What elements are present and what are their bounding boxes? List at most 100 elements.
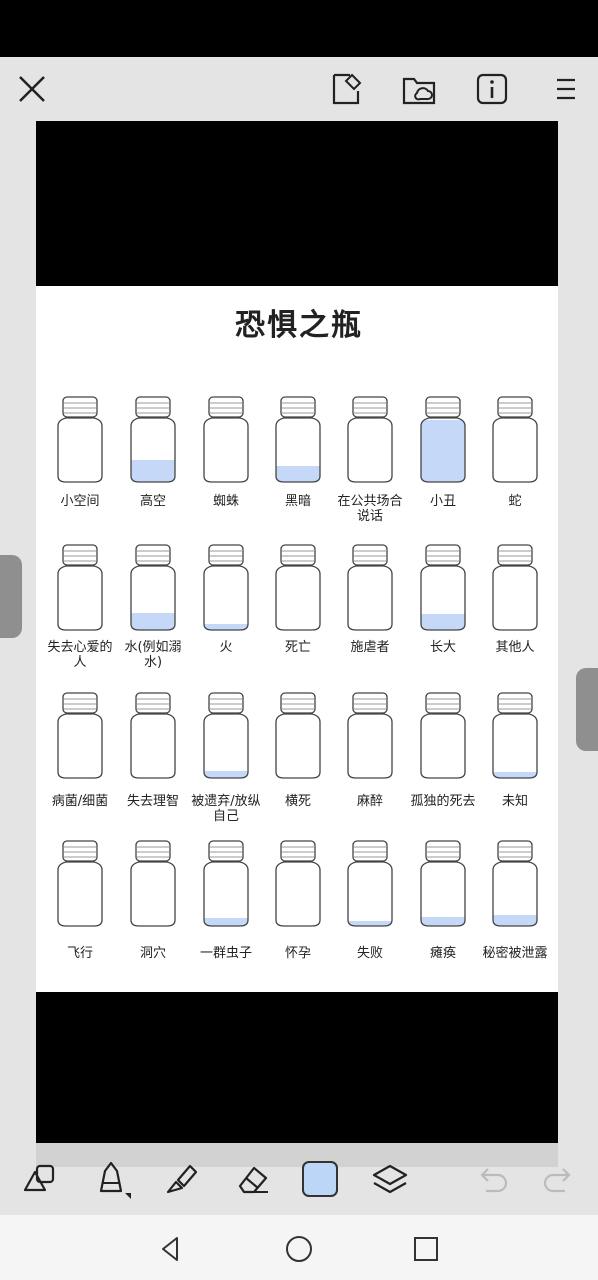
jar-label: 未知 (501, 794, 528, 809)
system-nav-bar (0, 1215, 598, 1280)
jar-label: 洞穴 (139, 946, 166, 961)
jar-graphic (275, 544, 321, 631)
fear-jar (200, 838, 252, 934)
fear-jar (54, 838, 106, 934)
jar-graphic (347, 544, 393, 631)
fear-jar (127, 394, 179, 490)
jar-label: 秘密被泄露 (482, 946, 548, 961)
status-bar (0, 0, 598, 57)
layers-icon[interactable] (368, 1157, 412, 1201)
jar-label: 小空间 (60, 494, 100, 509)
redo-icon[interactable] (537, 1157, 581, 1201)
jar-graphic (275, 840, 321, 927)
fear-jar (200, 394, 252, 490)
crop-save-icon[interactable] (324, 67, 368, 111)
jar-label: 高空 (139, 494, 166, 509)
right-scroll-handle[interactable] (576, 668, 598, 751)
shapes-icon[interactable] (18, 1157, 62, 1201)
jar-graphic (420, 692, 466, 779)
jar-fill (131, 460, 175, 482)
eraser-icon[interactable] (229, 1157, 273, 1201)
recents-icon[interactable] (406, 1229, 446, 1269)
fear-jar (54, 394, 106, 490)
fear-jar (200, 690, 252, 786)
jar-graphic (57, 544, 103, 631)
fear-jar (54, 690, 106, 786)
jar-label: 在公共场合说话 (337, 494, 403, 524)
jar-graphic (203, 396, 249, 483)
jar-label: 火 (219, 640, 233, 655)
jar-graphic (130, 544, 176, 631)
fear-jar (489, 838, 541, 934)
jar-graphic (275, 396, 321, 483)
jar-graphic (203, 692, 249, 779)
fear-jar (54, 542, 106, 638)
color-picker-button[interactable] (298, 1157, 342, 1201)
top-bar (0, 57, 598, 121)
jar-label: 麻醉 (356, 794, 383, 809)
jar-graphic (420, 840, 466, 927)
jar-graphic (347, 840, 393, 927)
back-icon[interactable] (151, 1229, 191, 1269)
jar-label: 横死 (284, 794, 311, 809)
jar-fill (276, 466, 320, 482)
jar-label: 飞行 (66, 946, 93, 961)
jar-graphic (130, 840, 176, 927)
jar-label: 蜘蛛 (212, 494, 239, 509)
fear-jar (489, 542, 541, 638)
jar-label: 被遗弃/放纵自己 (191, 794, 261, 824)
jar-label: 长大 (429, 640, 456, 655)
jar-label: 水(例如溺水) (124, 640, 182, 670)
jar-graphic (130, 396, 176, 483)
jar-label: 其他人 (495, 640, 535, 655)
jar-graphic (57, 692, 103, 779)
menu-icon[interactable] (544, 67, 588, 111)
jar-graphic (203, 840, 249, 927)
jar-graphic (203, 544, 249, 631)
cloud-folder-icon[interactable] (397, 67, 441, 111)
canvas-bottom-black (36, 992, 558, 1167)
jar-graphic (130, 692, 176, 779)
jar-label: 小丑 (429, 494, 456, 509)
jar-label: 失去理智 (126, 794, 179, 809)
fear-jar (344, 394, 396, 490)
pencil-icon[interactable] (89, 1157, 133, 1201)
brush-icon[interactable] (159, 1157, 203, 1201)
fear-jar (417, 690, 469, 786)
fear-jar (489, 690, 541, 786)
left-scroll-handle[interactable] (0, 555, 22, 638)
jar-graphic (57, 396, 103, 483)
jar-graphic (347, 692, 393, 779)
fear-jar (272, 838, 324, 934)
jar-label: 失去心爱的人 (47, 640, 113, 670)
jar-graphic (492, 840, 538, 927)
drawing-toolbar (0, 1143, 598, 1215)
home-icon[interactable] (279, 1229, 319, 1269)
jar-label: 死亡 (284, 640, 311, 655)
jar-label: 施虐者 (350, 640, 390, 655)
jar-graphic (492, 692, 538, 779)
jar-fill (493, 915, 537, 926)
fear-jar (272, 690, 324, 786)
jar-graphic (420, 396, 466, 483)
close-icon[interactable] (10, 67, 54, 111)
jar-graphic (347, 396, 393, 483)
fear-jar (200, 542, 252, 638)
jar-label: 黑暗 (284, 494, 311, 509)
fear-jar (127, 838, 179, 934)
fear-jar (344, 838, 396, 934)
jar-fill (131, 613, 175, 630)
jar-graphic (275, 692, 321, 779)
jar-label: 怀孕 (284, 946, 311, 961)
fear-jar (417, 838, 469, 934)
jar-label: 病菌/细菌 (51, 794, 109, 809)
selected-color-swatch (302, 1161, 338, 1197)
info-icon[interactable] (470, 67, 514, 111)
fear-jar (417, 394, 469, 490)
undo-icon[interactable] (470, 1157, 514, 1201)
jar-label: 一群虫子 (199, 946, 252, 961)
jar-label: 失败 (356, 946, 383, 961)
jar-graphic (420, 544, 466, 631)
jar-label: 孤独的死去 (410, 794, 476, 809)
fear-jar (127, 690, 179, 786)
